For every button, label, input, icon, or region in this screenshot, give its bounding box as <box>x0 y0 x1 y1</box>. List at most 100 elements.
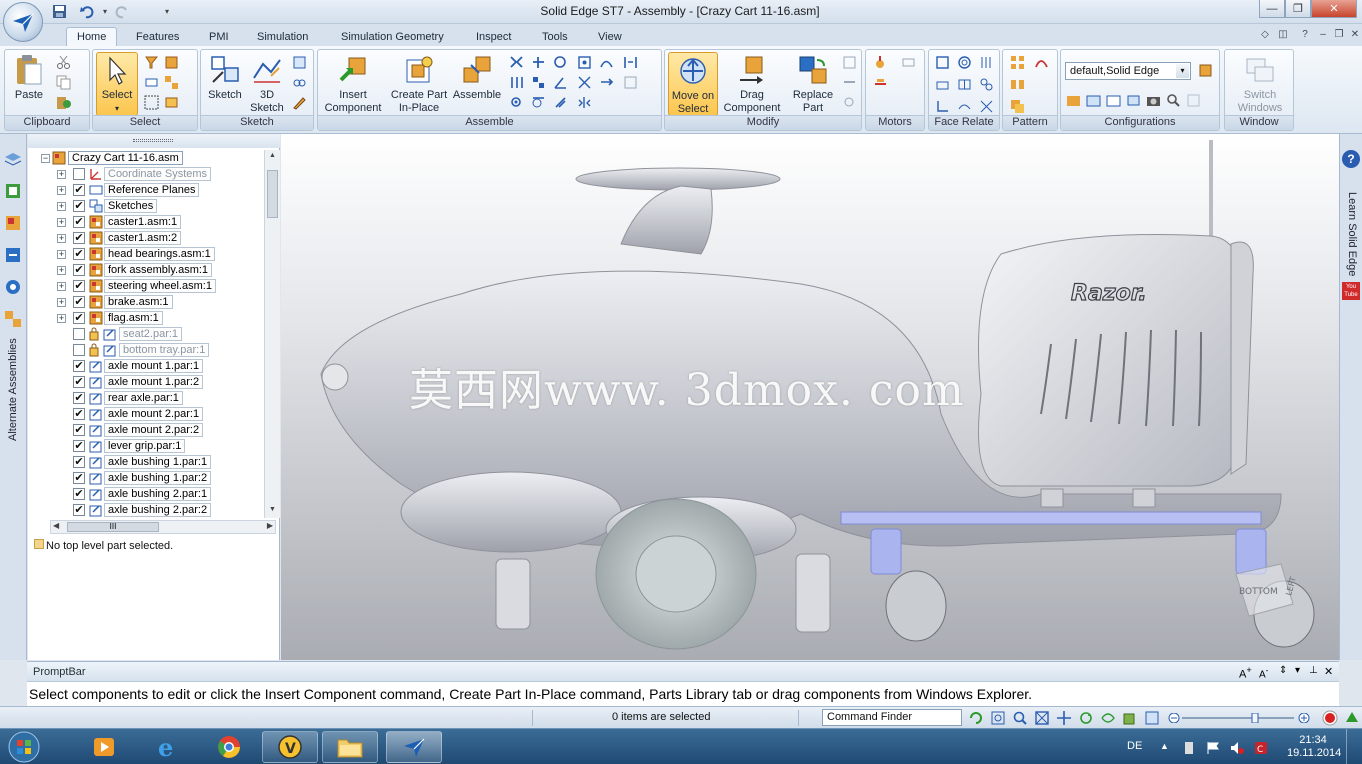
select-button[interactable]: Select ▾ <box>96 52 138 116</box>
configuration-select[interactable]: default,Solid Edge ▾ <box>1065 62 1191 80</box>
insert-component-button[interactable]: Insert Component <box>321 54 385 115</box>
relationship-rigid-icon[interactable] <box>552 94 568 110</box>
tray-expand-icon[interactable]: ▲ <box>1160 741 1174 755</box>
tree-item[interactable]: + ✔ Sketches <box>28 198 264 214</box>
scroll-thumb[interactable] <box>267 170 278 218</box>
expand-icon[interactable]: + <box>57 314 66 323</box>
tab-home[interactable]: Home <box>66 27 118 46</box>
sb-style-icon[interactable] <box>1144 710 1160 726</box>
restore-button[interactable]: ❐ <box>1285 0 1311 18</box>
prompt-pin-icon[interactable]: ⇕ <box>1279 665 1287 676</box>
ribbon-help-icon[interactable]: ◇ <box>1258 27 1272 41</box>
paste-button[interactable]: Paste <box>9 54 49 102</box>
redo-icon[interactable] <box>112 2 130 20</box>
relationship-connect-icon[interactable] <box>530 74 546 90</box>
tree-item[interactable]: ✔ axle bushing 2.par:1 <box>28 486 264 502</box>
chrome-icon[interactable] <box>201 731 257 763</box>
expand-icon[interactable]: + <box>57 218 66 227</box>
solid-edge-icon[interactable] <box>386 731 442 763</box>
visibility-checkbox[interactable]: ✔ <box>73 376 85 388</box>
sketch-3d-button[interactable]: 3D Sketch <box>247 54 287 115</box>
offset-faces-icon[interactable] <box>956 98 972 114</box>
visibility-checkbox[interactable]: ✔ <box>73 424 85 436</box>
sketch-button[interactable]: Sketch <box>205 54 245 102</box>
tree-item[interactable]: + Coordinate Systems <box>28 166 264 182</box>
visibility-checkbox[interactable]: ✔ <box>73 440 85 452</box>
font-increase-icon[interactable]: A+ <box>1239 665 1252 681</box>
tree-root[interactable]: − Crazy Cart 11-16.asm <box>28 150 264 166</box>
assemble-button[interactable]: Assemble <box>452 54 502 102</box>
relationship-tangent-icon[interactable] <box>530 94 546 110</box>
panel-grip[interactable] <box>28 134 280 148</box>
coplanar-icon[interactable] <box>934 54 950 70</box>
show-desktop-button[interactable] <box>1346 729 1362 764</box>
tree-vertical-scrollbar[interactable]: ▲ ▼ <box>264 150 280 518</box>
sb-spin-icon[interactable] <box>1100 710 1116 726</box>
visibility-checkbox[interactable]: ✔ <box>73 456 85 468</box>
copy-icon[interactable] <box>55 74 71 90</box>
create-part-in-place-button[interactable]: Create Part In-Place <box>386 54 452 115</box>
expand-icon[interactable]: + <box>57 250 66 259</box>
font-decrease-icon[interactable]: A- <box>1259 665 1268 680</box>
expand-icon[interactable]: + <box>57 186 66 195</box>
qat-customize-icon[interactable]: ▾ <box>158 2 176 20</box>
tray-flag-icon[interactable] <box>1206 741 1220 755</box>
tray-app-icon[interactable]: C <box>1254 741 1268 755</box>
alternate-assemblies-tab-icon[interactable] <box>4 310 22 328</box>
rigid-faces-icon[interactable] <box>978 76 994 92</box>
tree-item[interactable]: + ✔ caster1.asm:1 <box>28 214 264 230</box>
visibility-checkbox[interactable]: ✔ <box>73 200 85 212</box>
pattern-along-curve-icon[interactable] <box>1033 54 1049 70</box>
move-on-select-button[interactable]: Move on Select <box>668 52 718 116</box>
engineering-reference-tab-icon[interactable] <box>4 278 22 296</box>
visibility-checkbox[interactable]: ✔ <box>73 184 85 196</box>
visibility-checkbox[interactable]: ✔ <box>73 312 85 324</box>
tree-item[interactable]: + ✔ fork assembly.asm:1 <box>28 262 264 278</box>
visibility-checkbox[interactable]: ✔ <box>73 360 85 372</box>
tab-view[interactable]: View <box>588 27 632 46</box>
visibility-checkbox[interactable] <box>73 168 85 180</box>
relationship-center-icon[interactable] <box>576 54 592 70</box>
expand-icon[interactable]: + <box>57 266 66 275</box>
switch-windows-button[interactable]: Switch Windows <box>1231 54 1289 115</box>
close-button[interactable]: ✕ <box>1311 0 1357 18</box>
tree-item[interactable]: bottom tray.par:1 <box>28 342 264 358</box>
query-icon[interactable] <box>1105 92 1121 108</box>
tab-features[interactable]: Features <box>126 27 189 46</box>
sb-fit-icon[interactable] <box>1034 710 1050 726</box>
tab-inspect[interactable]: Inspect <box>466 27 521 46</box>
tree-item[interactable]: + ✔ brake.asm:1 <box>28 294 264 310</box>
motor-linear-icon[interactable] <box>900 54 916 70</box>
relationship-angle-icon[interactable] <box>552 74 568 90</box>
youtube-icon[interactable]: You Tube <box>1342 282 1360 300</box>
range-icon[interactable] <box>1125 92 1141 108</box>
modify-extra-1-icon[interactable] <box>841 54 857 70</box>
scroll-up-icon[interactable]: ▲ <box>267 152 278 162</box>
graphics-window[interactable]: Razor. BOTTOM LEFT 莫西网www. 3dmox. com <box>281 134 1339 660</box>
tangent-faces-icon[interactable] <box>934 76 950 92</box>
application-button[interactable] <box>3 2 43 42</box>
expand-icon[interactable]: + <box>57 202 66 211</box>
tab-simulation-geometry[interactable]: Simulation Geometry <box>331 27 454 46</box>
modify-extra-2-icon[interactable] <box>841 74 857 90</box>
motor-icon[interactable] <box>872 54 888 70</box>
symmetric-faces-icon[interactable] <box>956 76 972 92</box>
help-icon[interactable]: ? <box>1342 150 1360 168</box>
layers-tab-icon[interactable] <box>4 150 22 168</box>
scroll-right-icon[interactable]: ▶ <box>267 521 273 530</box>
internet-explorer-icon[interactable]: e <box>140 731 196 763</box>
expand-icon[interactable]: + <box>57 298 66 307</box>
tree-horizontal-scrollbar[interactable]: ◀ III ▶ <box>50 520 276 534</box>
ribbon-options-icon[interactable]: ◫ <box>1276 27 1290 41</box>
scroll-down-icon[interactable]: ▼ <box>267 506 278 516</box>
tab-pmi[interactable]: PMI <box>199 27 239 46</box>
relationship-parallel-icon[interactable] <box>508 74 524 90</box>
tree-item[interactable]: + ✔ steering wheel.asm:1 <box>28 278 264 294</box>
relationship-path-icon[interactable] <box>576 74 592 90</box>
visibility-checkbox[interactable]: ✔ <box>73 408 85 420</box>
relationship-flip-icon[interactable] <box>598 74 614 90</box>
tree-item[interactable]: ✔ axle mount 1.par:2 <box>28 374 264 390</box>
expand-icon[interactable]: + <box>57 170 66 179</box>
modify-extra-3-icon[interactable] <box>841 94 857 110</box>
relationship-mate-icon[interactable] <box>508 54 524 70</box>
